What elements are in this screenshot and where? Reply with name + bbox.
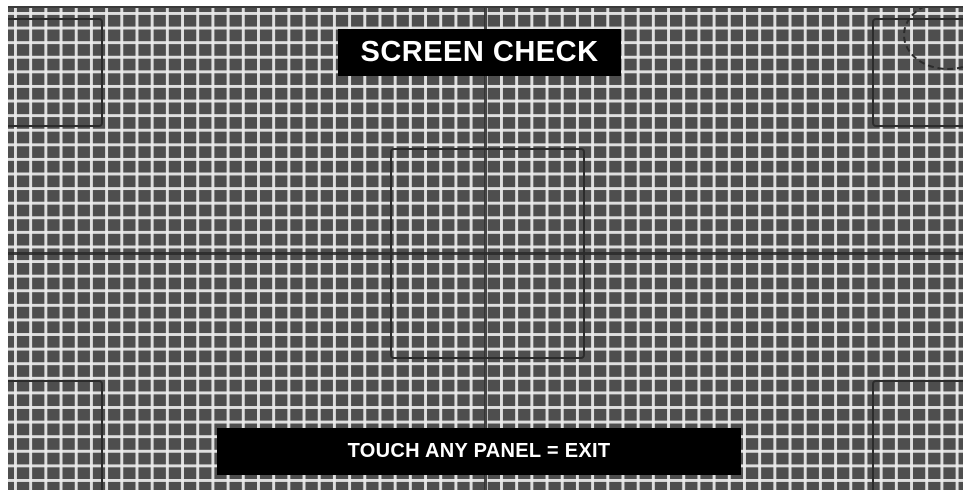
screen-title: SCREEN CHECK: [338, 29, 621, 76]
exit-instruction-banner[interactable]: TOUCH ANY PANEL = EXIT: [217, 428, 741, 475]
screen-check-panel[interactable]: [8, 8, 963, 490]
center-frame: [390, 148, 585, 359]
corner-frame-bottom-right: [872, 380, 963, 490]
corner-frame-top-left: [8, 18, 103, 127]
corner-frame-bottom-left: [8, 380, 103, 490]
